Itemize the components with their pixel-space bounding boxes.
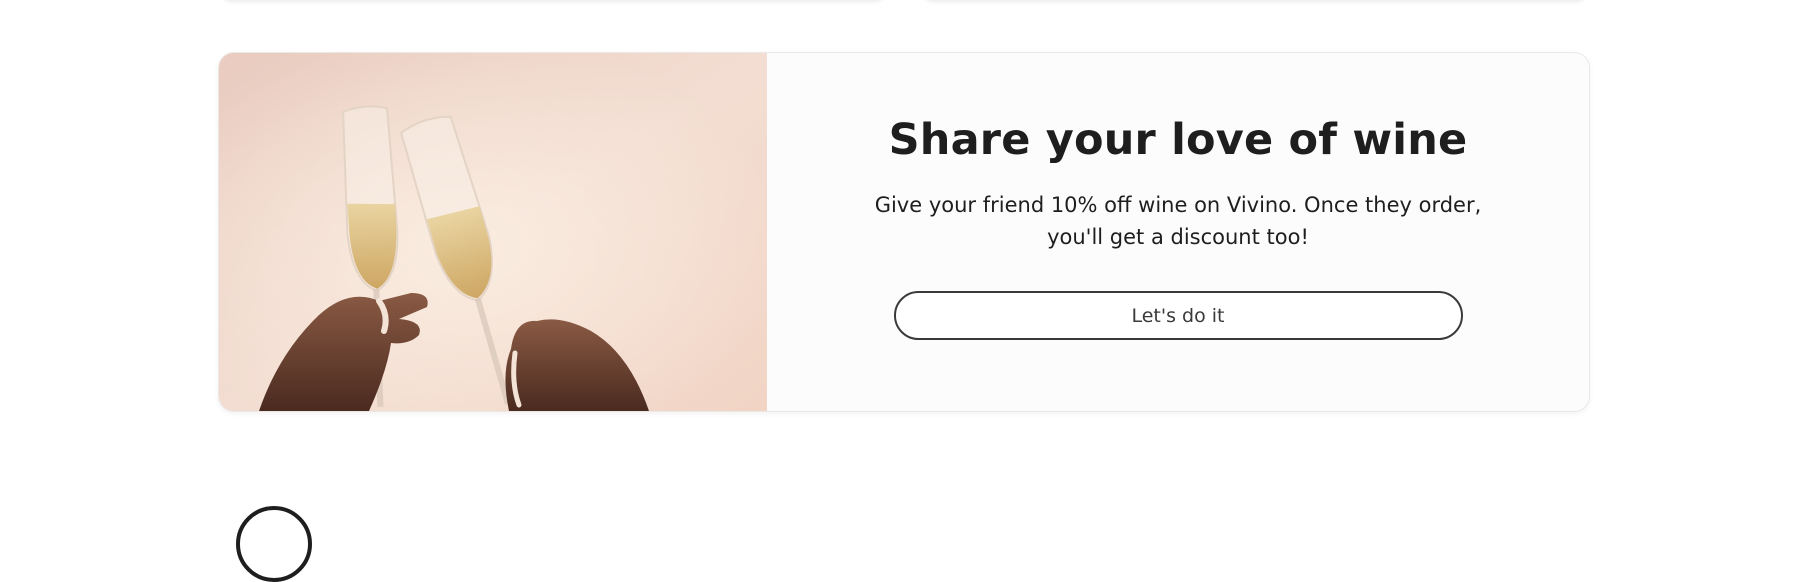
promo-description: Give your friend 10% off wine on Vivino.… [874, 193, 1482, 249]
promo-content: Share your love of wine Give your friend… [767, 53, 1589, 411]
avatar [236, 506, 312, 582]
promo-title: Share your love of wine [888, 115, 1468, 165]
lets-do-it-button[interactable]: Let's do it [893, 291, 1463, 340]
champagne-toast-image [219, 53, 767, 411]
share-promo-card: Share your love of wine Give your friend… [218, 52, 1590, 412]
